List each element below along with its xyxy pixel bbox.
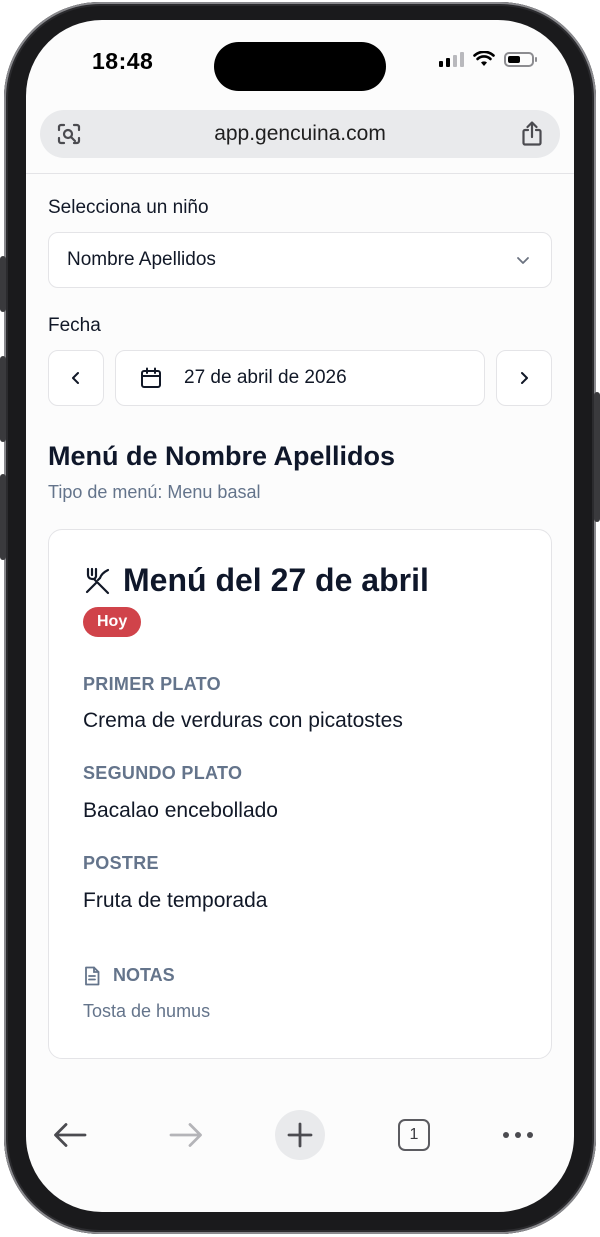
address-bar[interactable]: app.gencuina.com — [40, 110, 560, 158]
forward-arrow-icon — [169, 1123, 202, 1147]
first-course-label: PRIMER PLATO — [83, 674, 221, 694]
back-button[interactable] — [48, 1108, 92, 1162]
dynamic-island — [214, 42, 386, 91]
notes-value: Tosta de humus — [83, 1001, 211, 1021]
child-select-value[interactable]: Nombre Apellidos — [67, 249, 216, 271]
child-select-label: Selecciona un niño — [48, 197, 209, 218]
chevron-left-icon — [72, 372, 79, 384]
menu-card: Menú del 27 de abril Hoy PRIMER PLATO Cr… — [48, 529, 552, 1059]
notes-label-text: NOTAS — [113, 965, 175, 985]
menu-card-title: Menú del 27 de abril — [83, 562, 429, 599]
status-icons — [439, 51, 537, 67]
power-button — [594, 392, 600, 522]
dessert-label: POSTRE — [83, 853, 159, 873]
battery-icon — [504, 51, 537, 67]
previous-day-button[interactable] — [48, 350, 104, 406]
date-picker-row: 27 de abril de 2026 — [48, 350, 552, 406]
more-button[interactable] — [500, 1108, 536, 1162]
address-bar-divider — [26, 173, 574, 174]
second-course-label: SEGUNDO PLATO — [83, 763, 243, 783]
first-course-value: Crema de verduras con picatostes — [83, 709, 403, 732]
url-text[interactable]: app.gencuina.com — [214, 122, 386, 146]
tabs-button[interactable]: 1 — [396, 1108, 432, 1162]
volume-up-button — [0, 356, 6, 442]
cellular-signal-icon — [439, 51, 464, 67]
back-arrow-icon — [54, 1123, 87, 1147]
date-value[interactable]: 27 de abril de 2026 — [184, 367, 347, 389]
camera-search-icon[interactable] — [56, 122, 82, 146]
utensils-crossed-icon — [85, 567, 110, 594]
action-button — [0, 256, 6, 312]
forward-button[interactable] — [164, 1108, 208, 1162]
today-badge: Hoy — [83, 607, 142, 637]
menu-card-title-text: Menú del 27 de abril — [123, 562, 429, 598]
wifi-icon — [473, 51, 495, 66]
next-day-button[interactable] — [496, 350, 552, 406]
volume-down-button — [0, 474, 6, 560]
share-icon[interactable] — [520, 121, 544, 147]
plus-icon — [287, 1122, 313, 1148]
status-time: 18:48 — [92, 48, 154, 74]
document-icon — [85, 966, 100, 985]
date-label: Fecha — [48, 315, 101, 336]
tab-count[interactable]: 1 — [398, 1119, 430, 1151]
calendar-icon — [141, 367, 161, 388]
chevron-right-icon — [521, 372, 528, 384]
browser-toolbar: 1 — [26, 1108, 574, 1162]
second-course-value: Bacalao encebollado — [83, 799, 278, 822]
menu-type: Tipo de menú: Menu basal — [48, 482, 261, 502]
new-tab-circle[interactable] — [275, 1110, 325, 1160]
phone-screen: 18:48 app.gencuina.com Selecciona un niñ… — [26, 20, 574, 1212]
menu-heading: Menú de Nombre Apellidos — [48, 441, 396, 471]
chevron-down-icon — [517, 257, 529, 264]
notes-label: NOTAS — [83, 965, 175, 986]
new-tab-button[interactable] — [275, 1108, 325, 1162]
date-picker-button[interactable]: 27 de abril de 2026 — [115, 350, 485, 406]
more-icon — [503, 1132, 533, 1138]
child-select[interactable]: Nombre Apellidos — [48, 232, 552, 288]
dessert-value: Fruta de temporada — [83, 889, 268, 912]
